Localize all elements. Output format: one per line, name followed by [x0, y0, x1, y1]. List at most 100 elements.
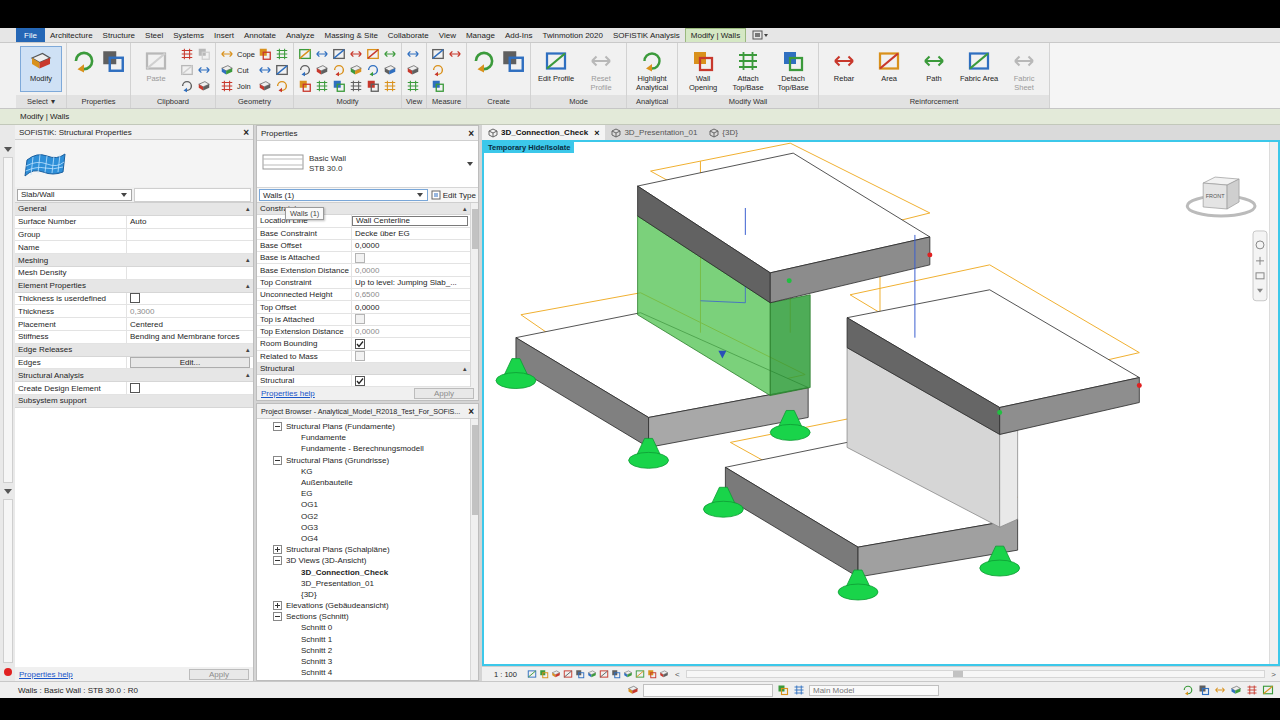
ribbon-small-button[interactable]: [197, 78, 211, 94]
instance-dropdown[interactable]: Walls (1): [259, 189, 428, 201]
property-value[interactable]: [127, 382, 253, 394]
tree-item[interactable]: Fundamente - Berechnungsmodell: [257, 443, 470, 454]
property-value[interactable]: [127, 229, 253, 241]
scrollbar-thumb[interactable]: [953, 671, 963, 677]
collapse-icon[interactable]: [3, 487, 13, 495]
ribbon-small-button[interactable]: [332, 46, 346, 62]
workset-field[interactable]: [643, 684, 773, 697]
type-selector[interactable]: Basic WallSTB 30.0: [257, 141, 478, 188]
tree-item[interactable]: 3D_Presentation_01: [257, 578, 470, 589]
ribbon-tab[interactable]: Modify | Walls: [685, 28, 746, 42]
ribbon-small-button[interactable]: [366, 62, 380, 78]
close-button[interactable]: ×: [468, 406, 474, 417]
ribbon-small-button[interactable]: [366, 78, 380, 94]
ribbon-button[interactable]: Rebar: [823, 46, 865, 92]
ribbon-button[interactable]: Highlight Analytical: [631, 46, 673, 93]
properties-help-link[interactable]: Properties help: [261, 389, 315, 398]
design-option-field[interactable]: Main Model: [809, 685, 939, 696]
scrollbar[interactable]: [470, 203, 478, 387]
ribbon-small-button[interactable]: [448, 46, 462, 62]
ribbon-icon-button[interactable]: [71, 46, 97, 76]
ribbon-small-button[interactable]: [258, 62, 272, 78]
checkbox[interactable]: [355, 253, 365, 263]
ribbon-small-button[interactable]: [298, 78, 312, 94]
ribbon-tab[interactable]: Systems: [168, 28, 209, 42]
property-value[interactable]: 0,0000: [352, 240, 470, 251]
tree-node[interactable]: Structural Plans (Schalpläne): [257, 544, 470, 555]
ribbon-button[interactable]: Fabric Sheet: [1003, 46, 1045, 93]
ribbon-small-button[interactable]: [431, 46, 445, 62]
property-value[interactable]: [352, 351, 470, 362]
ribbon-button[interactable]: Area: [868, 46, 910, 92]
section-header[interactable]: Subsystem support: [15, 395, 253, 408]
property-value[interactable]: 0,0000: [352, 326, 470, 337]
tree-item[interactable]: EG: [257, 488, 470, 499]
collapse-icon[interactable]: [273, 422, 282, 431]
ribbon-tab[interactable]: Add-Ins: [500, 28, 538, 42]
apply-button[interactable]: Apply: [189, 669, 249, 680]
expand-icon[interactable]: [273, 601, 282, 610]
property-value[interactable]: Up to level: Jumping Slab_...: [352, 277, 470, 288]
ribbon-small-button[interactable]: [349, 62, 363, 78]
scroll-right-button[interactable]: >: [1267, 670, 1280, 679]
properties-help-link[interactable]: Properties help: [19, 670, 73, 679]
view-tab[interactable]: {3D}: [703, 125, 744, 140]
ribbon-small-button[interactable]: [275, 46, 289, 62]
tree-node[interactable]: Structural Plans (Fundamente): [257, 421, 470, 432]
side-scroll-track[interactable]: [3, 499, 13, 663]
viewcube[interactable]: FRONT: [1187, 177, 1255, 216]
ribbon-small-button[interactable]: [275, 62, 289, 78]
ribbon-tab[interactable]: File: [16, 28, 45, 42]
section-header[interactable]: Structural Analysis▴: [15, 369, 253, 382]
support-symbol[interactable]: [770, 410, 810, 440]
ribbon-button[interactable]: Modify: [20, 46, 62, 92]
support-symbol[interactable]: [703, 487, 743, 517]
tree-item[interactable]: OG4: [257, 533, 470, 544]
navigation-bar[interactable]: [1253, 231, 1267, 301]
section-header[interactable]: Meshing▴: [15, 254, 253, 267]
ribbon-small-button[interactable]: [383, 46, 397, 62]
slab-a[interactable]: [638, 153, 930, 303]
close-button[interactable]: ×: [468, 128, 474, 139]
checkbox[interactable]: [355, 376, 365, 386]
scrollbar-thumb[interactable]: [472, 425, 478, 515]
property-value[interactable]: [352, 338, 470, 349]
property-value[interactable]: Auto: [127, 216, 253, 228]
ribbon-tab[interactable]: Manage: [461, 28, 500, 42]
tree-item[interactable]: {3D}: [257, 589, 470, 600]
property-value[interactable]: [127, 241, 253, 253]
ribbon-tab[interactable]: Annotate: [239, 28, 281, 42]
tree-item[interactable]: Schnitt 2: [257, 645, 470, 656]
view-tab[interactable]: 3D_Presentation_01: [605, 125, 703, 140]
ribbon-tab[interactable]: Massing & Site: [319, 28, 382, 42]
ribbon-tab[interactable]: Insert: [209, 28, 239, 42]
ribbon-small-button[interactable]: [258, 46, 272, 62]
close-tab-button[interactable]: ×: [594, 128, 599, 138]
ribbon-small-button[interactable]: [366, 46, 380, 62]
ribbon-display-options[interactable]: [746, 28, 776, 42]
tree-item[interactable]: Schnitt 0: [257, 622, 470, 633]
tree-item[interactable]: KG: [257, 466, 470, 477]
ribbon-tab[interactable]: Architecture: [45, 28, 98, 42]
property-value[interactable]: Bending and Membrane forces: [127, 331, 253, 343]
ribbon-small-button[interactable]: [383, 78, 397, 94]
ribbon-button[interactable]: Path: [913, 46, 955, 92]
record-icon[interactable]: [3, 667, 13, 677]
property-value[interactable]: Centered: [127, 318, 253, 330]
ribbon-small-button[interactable]: [332, 78, 346, 94]
ribbon-small-button[interactable]: [180, 62, 194, 78]
ribbon-tab[interactable]: Structure: [98, 28, 140, 42]
support-symbol[interactable]: [629, 438, 669, 468]
tree-node[interactable]: 3D Views (3D-Ansicht): [257, 555, 470, 566]
ribbon-small-button[interactable]: [349, 78, 363, 94]
apply-button[interactable]: Apply: [414, 388, 474, 399]
tree-item[interactable]: Schnitt 3: [257, 656, 470, 667]
slab-c[interactable]: [847, 290, 1139, 435]
checkbox[interactable]: [355, 351, 365, 361]
type-field[interactable]: [134, 188, 251, 202]
property-value[interactable]: Decke über EG: [352, 228, 470, 239]
expand-icon[interactable]: [273, 545, 282, 554]
ribbon-button[interactable]: Fabric Area: [958, 46, 1000, 92]
property-value[interactable]: 0,0000: [352, 301, 470, 312]
ribbon-button[interactable]: Wall Opening: [682, 46, 724, 93]
